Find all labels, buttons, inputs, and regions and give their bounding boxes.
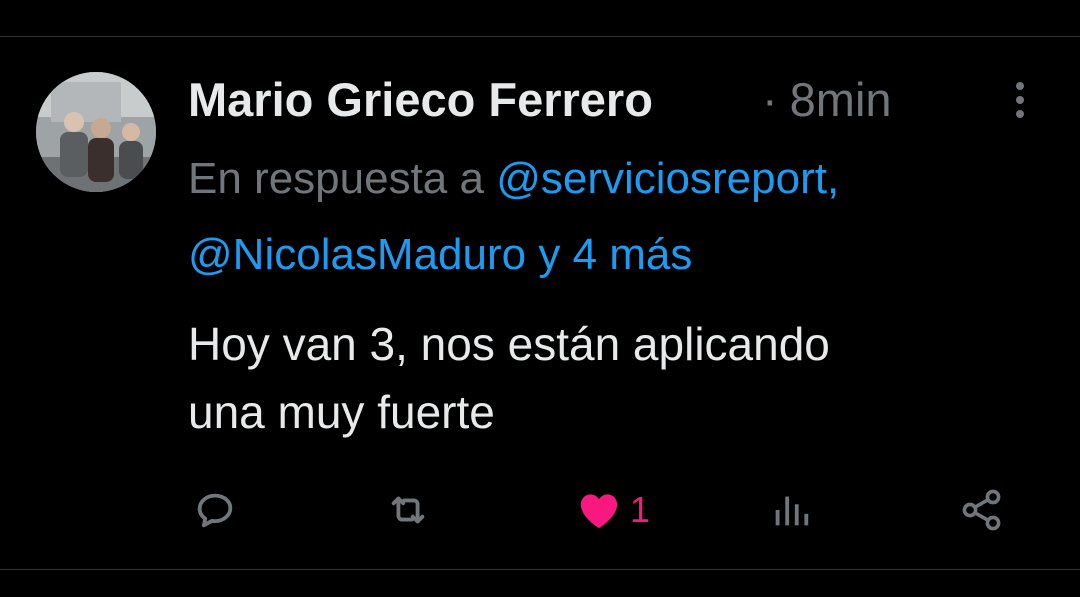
reply-context: En respuesta a @serviciosreport, <box>188 152 839 206</box>
views-button[interactable] <box>768 486 814 534</box>
tweet-meta: · 8min <box>762 72 892 128</box>
more-options-button[interactable] <box>1000 76 1040 124</box>
avatar-photo <box>36 72 156 192</box>
author-name[interactable]: Mario Grieco Ferrero <box>188 72 653 128</box>
reply-icon <box>197 493 233 528</box>
meta-separator: · <box>762 73 778 126</box>
share-button[interactable] <box>958 486 1006 534</box>
retweet-icon <box>391 496 425 524</box>
mention-nicolasmaduro[interactable]: @NicolasMaduro <box>188 230 526 279</box>
heart-icon <box>580 494 618 529</box>
bottom-divider <box>0 569 1080 570</box>
tweet-text-line: Hoy van 3, nos están aplicando <box>188 318 830 370</box>
views-icon <box>775 496 809 526</box>
tweet-text-line: una muy fuerte <box>188 386 495 438</box>
tweet-text: Hoy van 3, nos están aplicando una muy f… <box>188 310 1048 446</box>
avatar[interactable] <box>36 72 156 192</box>
reply-and-more-link[interactable]: y 4 más <box>538 230 692 279</box>
more-options-icon <box>1016 82 1024 118</box>
mention-serviciosreport[interactable]: @serviciosreport, <box>496 154 839 203</box>
tweet-time[interactable]: 8min <box>790 73 892 126</box>
share-icon <box>962 489 1001 531</box>
top-divider <box>0 36 1080 37</box>
retweet-button[interactable] <box>384 486 432 534</box>
like-count: 1 <box>630 489 651 530</box>
reply-context-more: @NicolasMaduro y 4 más <box>188 228 692 282</box>
like-button[interactable]: 1 <box>576 486 650 534</box>
reply-prefix: En respuesta a <box>188 154 484 203</box>
reply-button[interactable] <box>192 486 238 534</box>
